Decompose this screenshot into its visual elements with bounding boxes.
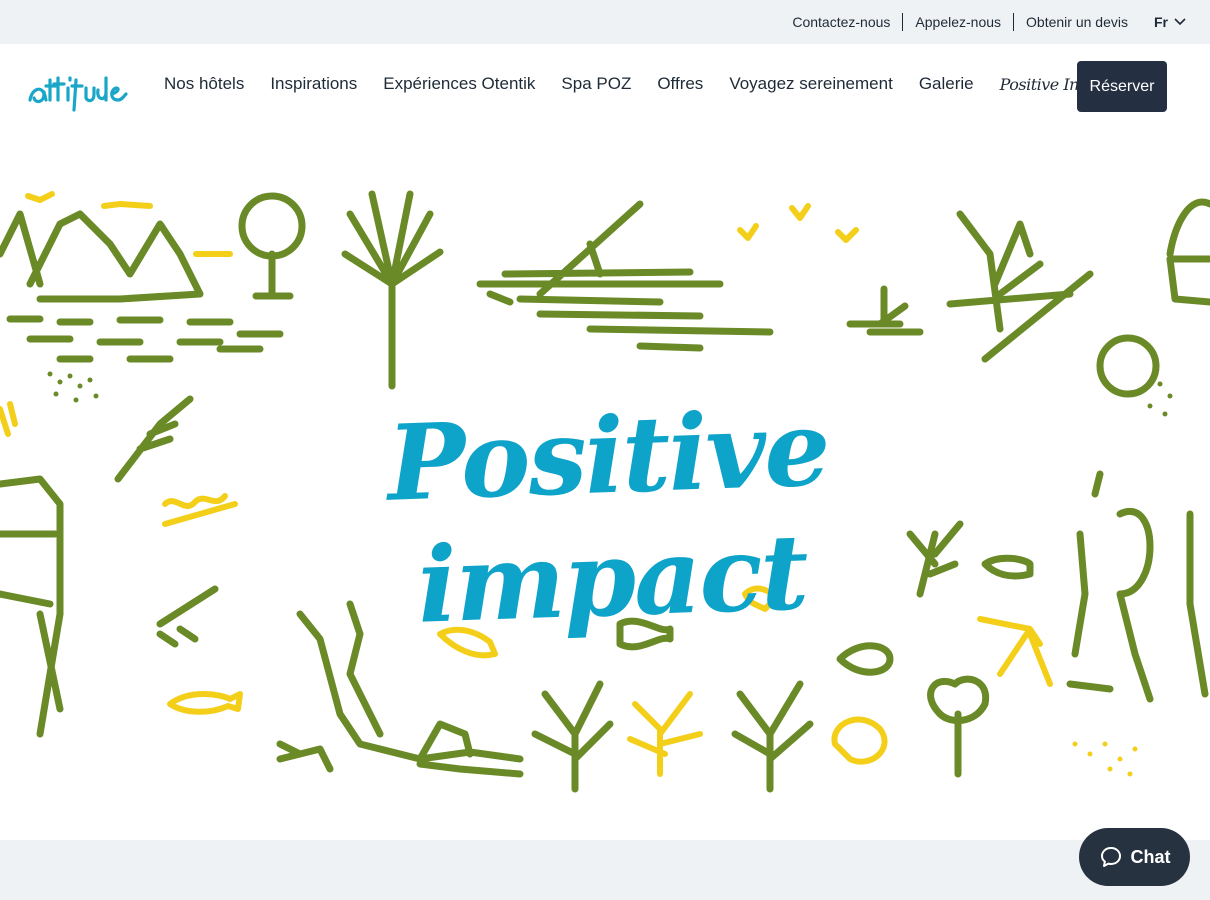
nav-item-otentik[interactable]: Expériences Otentik xyxy=(383,74,535,94)
bird-drawing xyxy=(25,191,859,257)
basket-drawing xyxy=(1166,198,1210,306)
yellow-flower-drawing xyxy=(831,716,888,765)
section-divider-band xyxy=(0,840,1210,900)
palm-drawing xyxy=(946,210,1094,363)
quote-link[interactable]: Obtenir un devis xyxy=(1014,13,1140,31)
shell-drawing xyxy=(1096,334,1160,398)
flower-drawing xyxy=(927,675,990,778)
hero-title: Positive impact xyxy=(385,386,831,647)
top-utility-bar: Contactez-nous Appelez-nous Obtenir un d… xyxy=(0,0,1210,44)
chevron-down-icon xyxy=(1174,18,1186,26)
chat-button[interactable]: Chat xyxy=(1079,828,1190,886)
main-navigation: Nos hôtels Inspirations Expériences Oten… xyxy=(0,44,1210,134)
contact-link[interactable]: Contactez-nous xyxy=(780,13,902,31)
chat-label: Chat xyxy=(1130,846,1171,867)
call-link[interactable]: Appelez-nous xyxy=(903,13,1013,31)
language-selector[interactable]: Fr xyxy=(1140,14,1186,30)
people-drawing xyxy=(1066,470,1209,703)
nav-item-spa[interactable]: Spa POZ xyxy=(561,74,631,94)
seaweed-drawing xyxy=(531,680,814,793)
booth-drawing xyxy=(0,475,64,738)
nav-item-hotels[interactable]: Nos hôtels xyxy=(164,74,244,94)
branch-drawing xyxy=(114,395,194,483)
brand-logo[interactable] xyxy=(26,62,130,114)
big-tree-drawing xyxy=(341,190,444,390)
language-label: Fr xyxy=(1154,14,1168,30)
logo-mark xyxy=(28,76,128,112)
reeds-drawing xyxy=(846,285,924,336)
chat-bubble-icon xyxy=(1100,847,1121,867)
tree-drawing xyxy=(238,192,306,260)
yellow-fish-drawing xyxy=(167,691,243,715)
nav-item-gallery[interactable]: Galerie xyxy=(919,74,974,94)
yellow-coral-drawing xyxy=(627,691,703,777)
reserve-button[interactable]: Réserver xyxy=(1077,61,1167,112)
nav-item-offers[interactable]: Offres xyxy=(657,74,703,94)
nav-item-travel[interactable]: Voyagez sereinement xyxy=(729,74,893,94)
kayak-drawing xyxy=(476,200,774,352)
mountains-drawing xyxy=(0,210,204,303)
hero-banner: Positive impact xyxy=(0,134,1210,840)
primary-nav-links: Nos hôtels Inspirations Expériences Oten… xyxy=(164,74,1143,94)
nav-item-inspirations[interactable]: Inspirations xyxy=(270,74,357,94)
